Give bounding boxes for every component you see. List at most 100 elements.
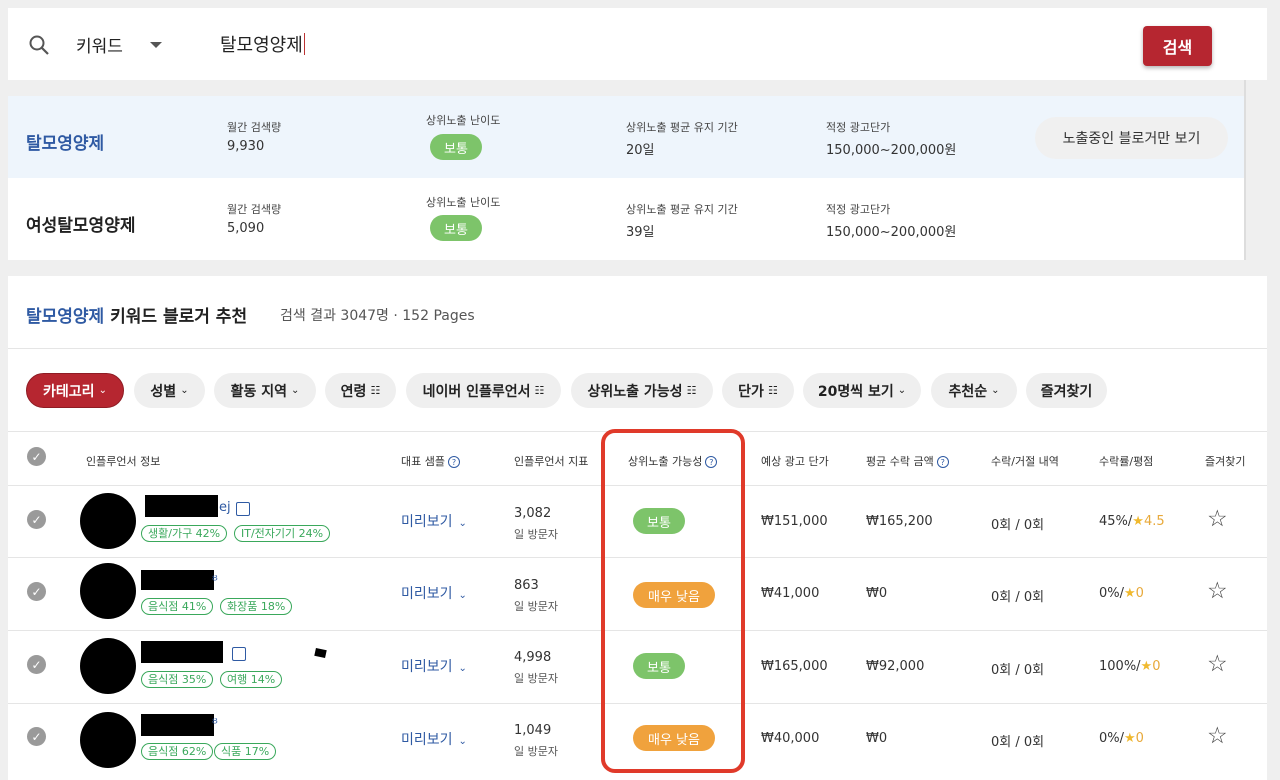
accept-rate: 100%/★0 bbox=[1099, 659, 1161, 674]
row-checkbox[interactable]: ✓ bbox=[27, 655, 46, 674]
redacted-handle bbox=[141, 641, 223, 663]
keyword-summary-panel: 탈모영양제 월간 검색량 9,930 상위노출 난이도 보통 상위노출 평균 유… bbox=[8, 96, 1244, 260]
result-count: 검색 결과 3047명 · 152 Pages bbox=[280, 308, 475, 324]
filter-chip-sort[interactable]: 추천순 ⌄ bbox=[931, 373, 1017, 408]
recommend-title: 탈모영양제 키워드 블로거 추천 bbox=[26, 307, 248, 327]
visitor-label: 일 방문자 bbox=[514, 672, 558, 685]
visitor-count: 1,049 bbox=[514, 723, 552, 738]
scrollbar[interactable] bbox=[1244, 80, 1246, 260]
category-tag: 생활/가구 42% bbox=[141, 525, 228, 542]
filter-chip-gender[interactable]: 성별 ⌄ bbox=[134, 373, 205, 408]
difficulty-badge: 보통 bbox=[430, 215, 482, 241]
filter-chip-region[interactable]: 활동 지역 ⌄ bbox=[214, 373, 316, 408]
filter-chip-category[interactable]: 카테고리 ⌄ bbox=[26, 373, 124, 408]
keyword-row[interactable]: 여성탈모영양제 월간 검색량 5,090 상위노출 난이도 보통 상위노출 평균… bbox=[8, 178, 1244, 260]
possibility-badge: 보통 bbox=[633, 653, 685, 679]
blog-search-icon[interactable]: ᴽ bbox=[212, 717, 218, 732]
ad-price: ₩165,000 bbox=[761, 659, 828, 674]
avg-income: ₩165,200 bbox=[866, 514, 933, 529]
avatar[interactable] bbox=[80, 712, 136, 768]
visitor-label: 일 방문자 bbox=[514, 528, 558, 541]
blog-search-icon[interactable] bbox=[232, 647, 246, 661]
keyword-name: 여성탈모영양제 bbox=[26, 216, 136, 236]
redacted-handle bbox=[141, 714, 214, 736]
row-checkbox[interactable]: ✓ bbox=[27, 582, 46, 601]
avatar[interactable] bbox=[80, 563, 136, 619]
table-row[interactable]: ✓ ej 생활/가구 42% IT/전자기기 24% 미리보기 ⌄ 3,082 일… bbox=[8, 486, 1267, 558]
search-icon bbox=[29, 35, 49, 55]
blog-search-icon[interactable]: ᴽ bbox=[212, 574, 218, 589]
search-type-select[interactable]: 키워드 bbox=[76, 32, 123, 57]
duration-label: 상위노출 평균 유지 기간 bbox=[626, 121, 738, 134]
category-tag: 여행 14% bbox=[220, 671, 283, 688]
favorite-star-icon[interactable]: ☆ bbox=[1207, 578, 1228, 604]
visitor-count: 4,998 bbox=[514, 650, 552, 665]
help-icon[interactable]: ? bbox=[447, 456, 460, 468]
search-input[interactable]: 탈모영양제 bbox=[220, 31, 305, 57]
redacted-handle bbox=[141, 570, 214, 590]
table-row[interactable]: ✓ 음식점 35% 여행 14% 미리보기 ⌄ 4,998 일 방문자 보통 ₩1… bbox=[8, 631, 1267, 703]
help-icon[interactable]: ? bbox=[936, 456, 949, 468]
visitor-count: 3,082 bbox=[514, 506, 552, 521]
preview-dropdown[interactable]: 미리보기 ⌄ bbox=[401, 511, 467, 531]
preview-dropdown[interactable]: 미리보기 ⌄ bbox=[401, 583, 467, 603]
ad-price: ₩40,000 bbox=[761, 731, 820, 746]
visitor-count: 863 bbox=[514, 578, 539, 593]
column-header-ad-price: 예상 광고 단가 bbox=[761, 455, 829, 468]
star-rating-icon: ★ bbox=[1132, 514, 1144, 529]
difficulty-label: 상위노출 난이도 bbox=[426, 196, 501, 209]
filter-chip-page-size[interactable]: 20명씩 보기 ⌄ bbox=[803, 373, 921, 408]
price-value: 150,000~200,000원 bbox=[826, 225, 957, 240]
accept-rate: 0%/★0 bbox=[1099, 586, 1144, 601]
table-row[interactable]: ✓ ᴽ 음식점 62% 식품 17% 미리보기 ⌄ 1,049 일 방문자 매우 … bbox=[8, 704, 1267, 776]
search-button[interactable]: 검색 bbox=[1143, 26, 1212, 66]
difficulty-badge: 보통 bbox=[430, 134, 482, 160]
recommend-panel: 탈모영양제 키워드 블로거 추천 검색 결과 3047명 · 152 Pages… bbox=[8, 276, 1267, 780]
favorite-star-icon[interactable]: ☆ bbox=[1207, 723, 1228, 749]
favorite-star-icon[interactable]: ☆ bbox=[1207, 651, 1228, 677]
avatar[interactable] bbox=[80, 638, 136, 694]
duration-value: 20일 bbox=[626, 143, 655, 158]
category-tag: 음식점 35% bbox=[141, 671, 214, 688]
help-icon[interactable]: ? bbox=[705, 456, 718, 468]
column-header-rate: 수락률/평점 bbox=[1099, 455, 1154, 468]
preview-dropdown[interactable]: 미리보기 ⌄ bbox=[401, 729, 467, 749]
column-header-history: 수락/거절 내역 bbox=[991, 455, 1059, 468]
category-tag: 화장품 18% bbox=[220, 598, 293, 615]
chevron-down-icon[interactable] bbox=[150, 42, 162, 48]
table-row[interactable]: ✓ ᴽ 음식점 41% 화장품 18% 미리보기 ⌄ 863 일 방문자 매우 낮… bbox=[8, 558, 1267, 630]
accept-history: 0회 / 0회 bbox=[991, 735, 1045, 750]
filter-chip-favorites[interactable]: 즐겨찾기 bbox=[1026, 373, 1107, 408]
category-tag: 음식점 41% bbox=[141, 598, 214, 615]
avg-income: ₩0 bbox=[866, 731, 888, 746]
possibility-badge: 매우 낮음 bbox=[633, 725, 715, 751]
filter-chip-age[interactable]: 연령 ☷ bbox=[325, 373, 396, 408]
avg-income: ₩92,000 bbox=[866, 659, 925, 674]
column-header-favorite: 즐겨찾기 bbox=[1205, 455, 1246, 468]
keyword-row[interactable]: 탈모영양제 월간 검색량 9,930 상위노출 난이도 보통 상위노출 평균 유… bbox=[8, 96, 1244, 178]
visitor-label: 일 방문자 bbox=[514, 745, 558, 758]
blog-search-icon[interactable] bbox=[236, 502, 250, 516]
category-tag: 식품 17% bbox=[214, 743, 277, 760]
duration-label: 상위노출 평균 유지 기간 bbox=[626, 203, 738, 216]
row-checkbox[interactable]: ✓ bbox=[27, 727, 46, 746]
volume-label: 월간 검색량 bbox=[227, 121, 282, 134]
redacted-handle bbox=[145, 495, 218, 517]
filter-chip-price[interactable]: 단가 ☷ bbox=[722, 373, 794, 408]
ad-price: ₩41,000 bbox=[761, 586, 820, 601]
exposed-bloggers-button[interactable]: 노출중인 블로거만 보기 bbox=[1035, 117, 1228, 159]
filter-chip-exposure-possibility[interactable]: 상위노출 가능성 ☷ bbox=[571, 373, 713, 408]
preview-dropdown[interactable]: 미리보기 ⌄ bbox=[401, 656, 467, 676]
redaction-mark bbox=[314, 647, 327, 659]
avatar[interactable] bbox=[80, 493, 136, 549]
row-checkbox[interactable]: ✓ bbox=[27, 510, 46, 529]
column-header-info: 인플루언서 정보 bbox=[86, 455, 161, 468]
volume-label: 월간 검색량 bbox=[227, 203, 282, 216]
favorite-star-icon[interactable]: ☆ bbox=[1207, 506, 1228, 532]
filter-chip-naver-influencer[interactable]: 네이버 인플루언서 ☷ bbox=[406, 373, 561, 408]
search-bar: 키워드 탈모영양제 검색 bbox=[8, 8, 1267, 80]
column-header-possibility: 상위노출 가능성? bbox=[628, 453, 718, 469]
handle-text[interactable]: ej bbox=[219, 500, 231, 515]
select-all-checkbox[interactable]: ✓ bbox=[27, 447, 46, 466]
possibility-badge: 보통 bbox=[633, 508, 685, 534]
